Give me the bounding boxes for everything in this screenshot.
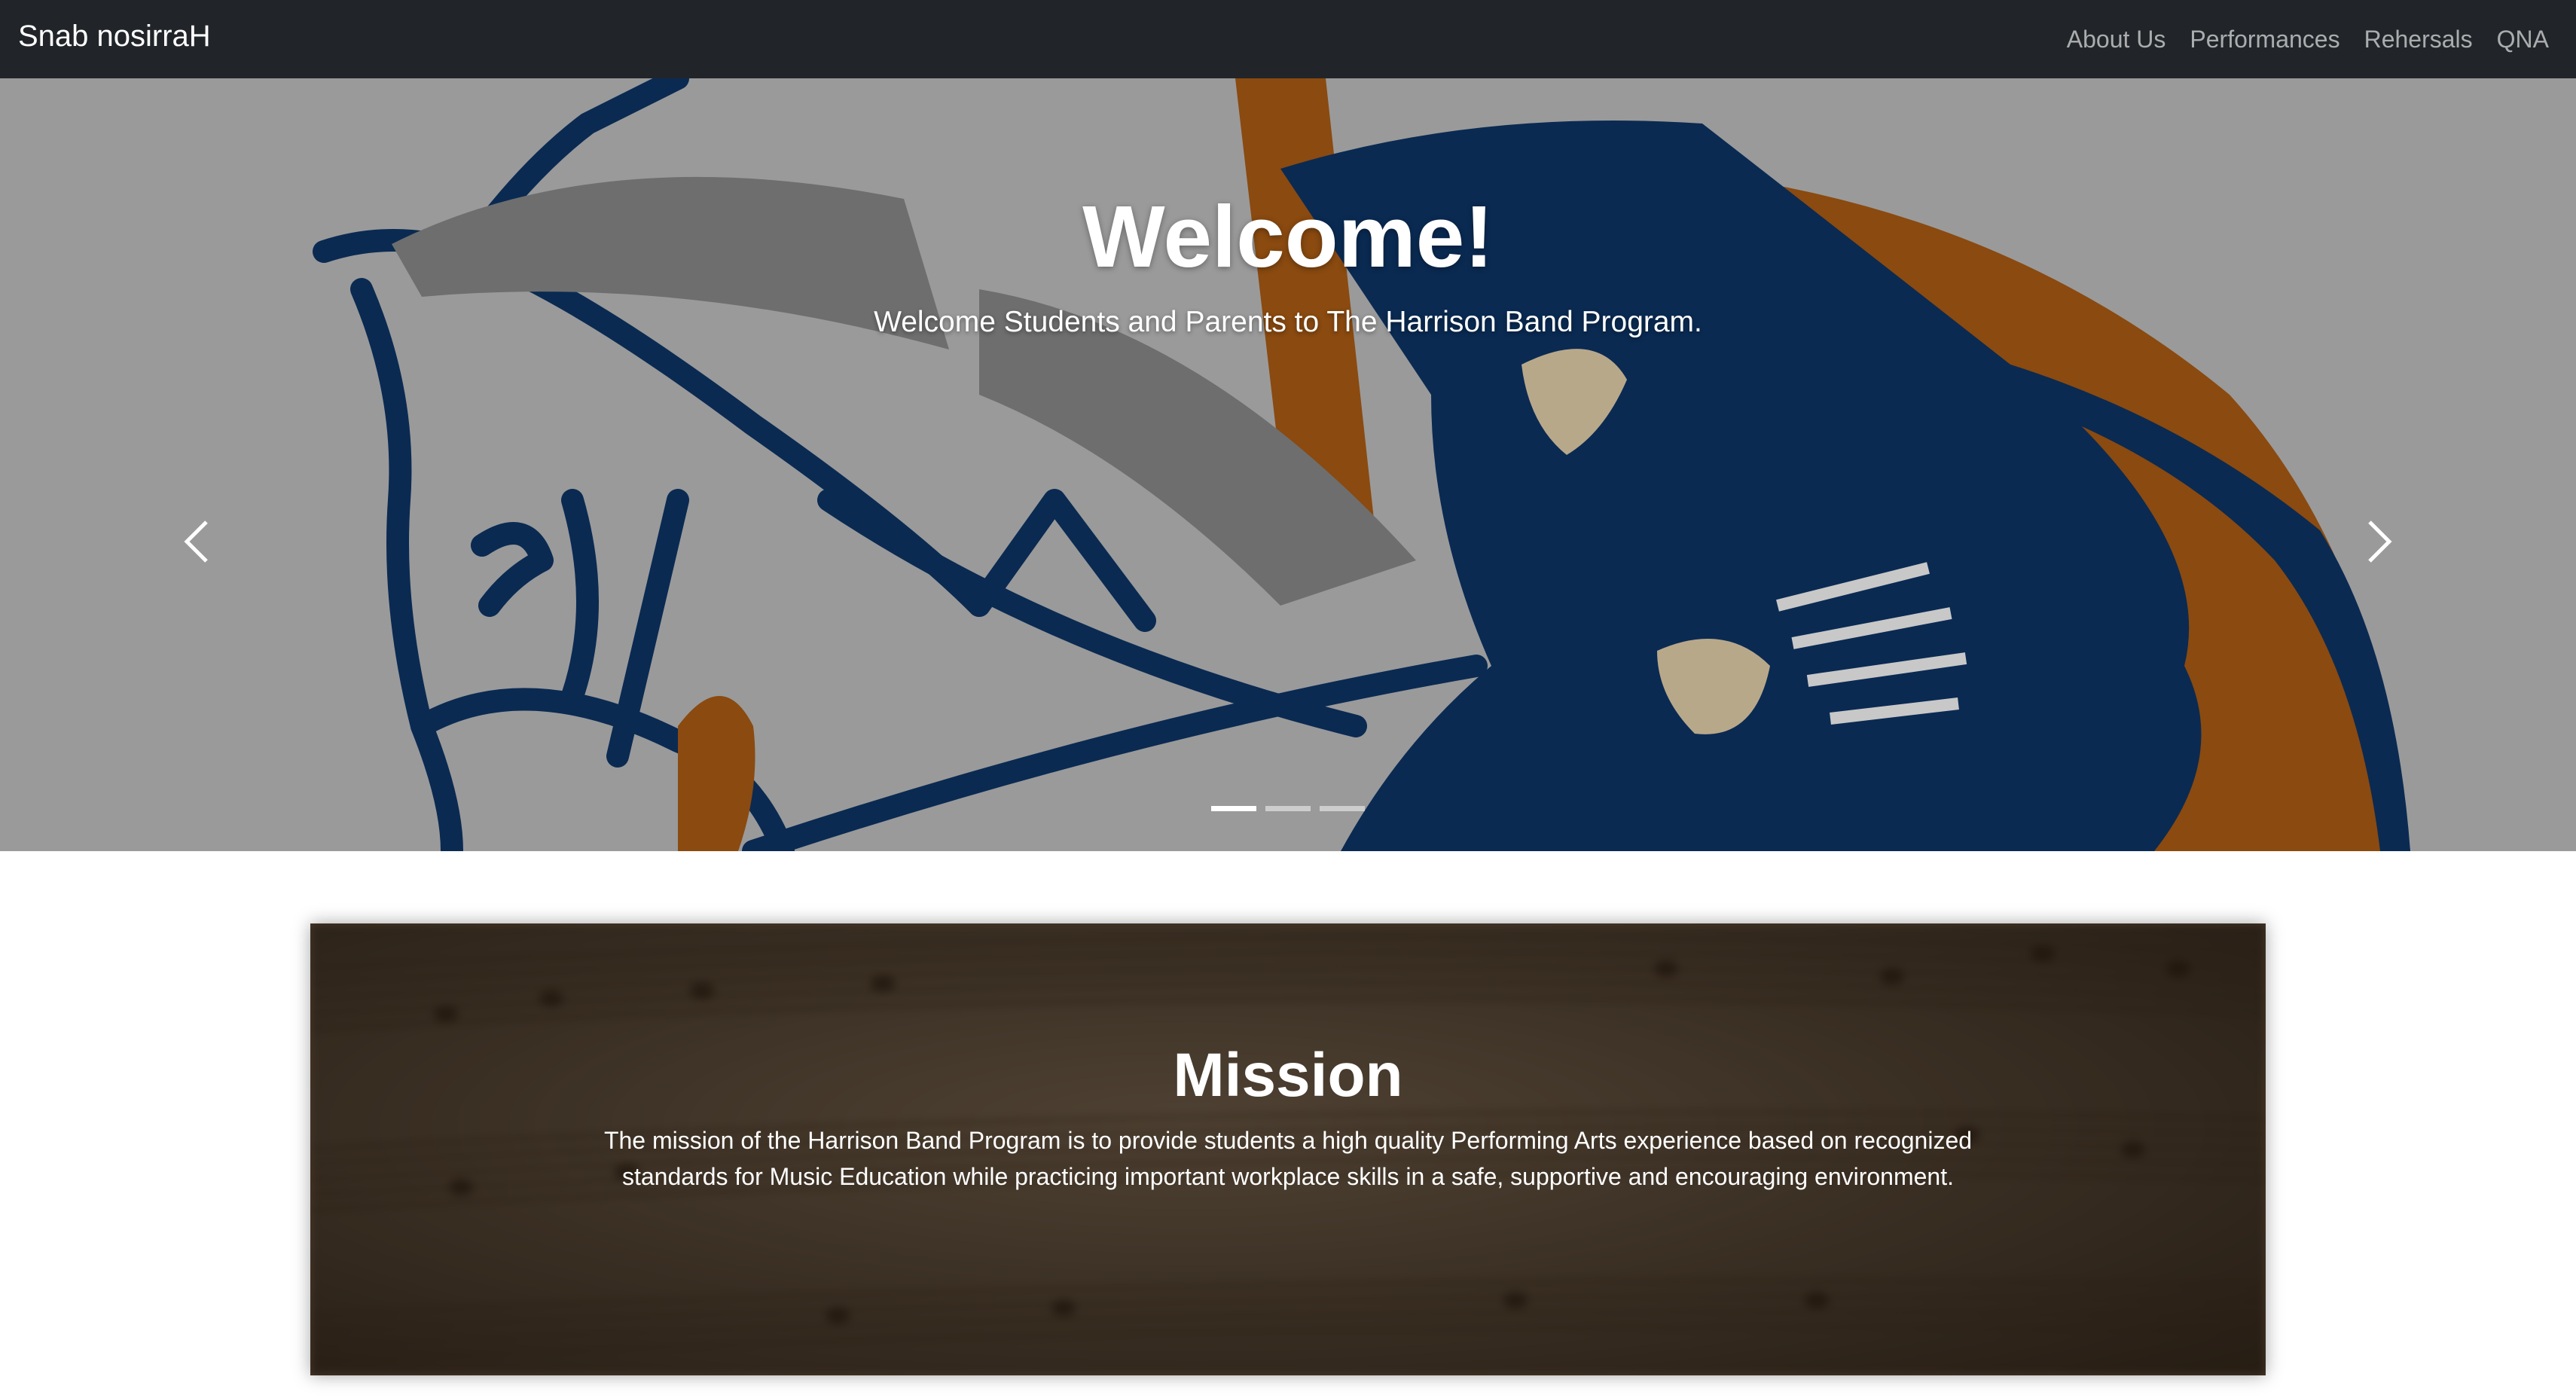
nav-link-about-us[interactable]: About Us: [2067, 26, 2166, 53]
chevron-right-icon: [2368, 520, 2392, 563]
carousel-next-button[interactable]: [2312, 417, 2448, 666]
mission-text: The mission of the Harrison Band Program…: [603, 1127, 1973, 1190]
nav-links: About Us Performances Rehersals QNA: [2043, 0, 2549, 78]
chevron-left-icon: [184, 520, 208, 563]
nav-link-qna[interactable]: QNA: [2497, 26, 2549, 53]
brand-link[interactable]: Snab nosirraH: [18, 0, 211, 78]
carousel-indicators: [0, 806, 2576, 811]
carousel-indicator-2[interactable]: [1265, 806, 1311, 811]
carousel-indicator-3[interactable]: [1320, 806, 1365, 811]
hero-subtitle: Welcome Students and Parents to The Harr…: [874, 306, 1702, 338]
hero-carousel: Welcome! Welcome Students and Parents to…: [0, 78, 2576, 851]
mission-title: Mission: [1173, 1041, 1403, 1110]
navbar: Snab nosirraH About Us Performances Rehe…: [0, 0, 2576, 78]
nav-link-performances[interactable]: Performances: [2190, 26, 2339, 53]
mission-card: Mission The mission of the Harrison Band…: [310, 923, 2266, 1375]
carousel-prev-button[interactable]: [128, 417, 264, 666]
hero-title: Welcome!: [1082, 188, 1494, 285]
carousel-indicator-1[interactable]: [1211, 806, 1256, 811]
nav-link-rehersals[interactable]: Rehersals: [2364, 26, 2473, 53]
